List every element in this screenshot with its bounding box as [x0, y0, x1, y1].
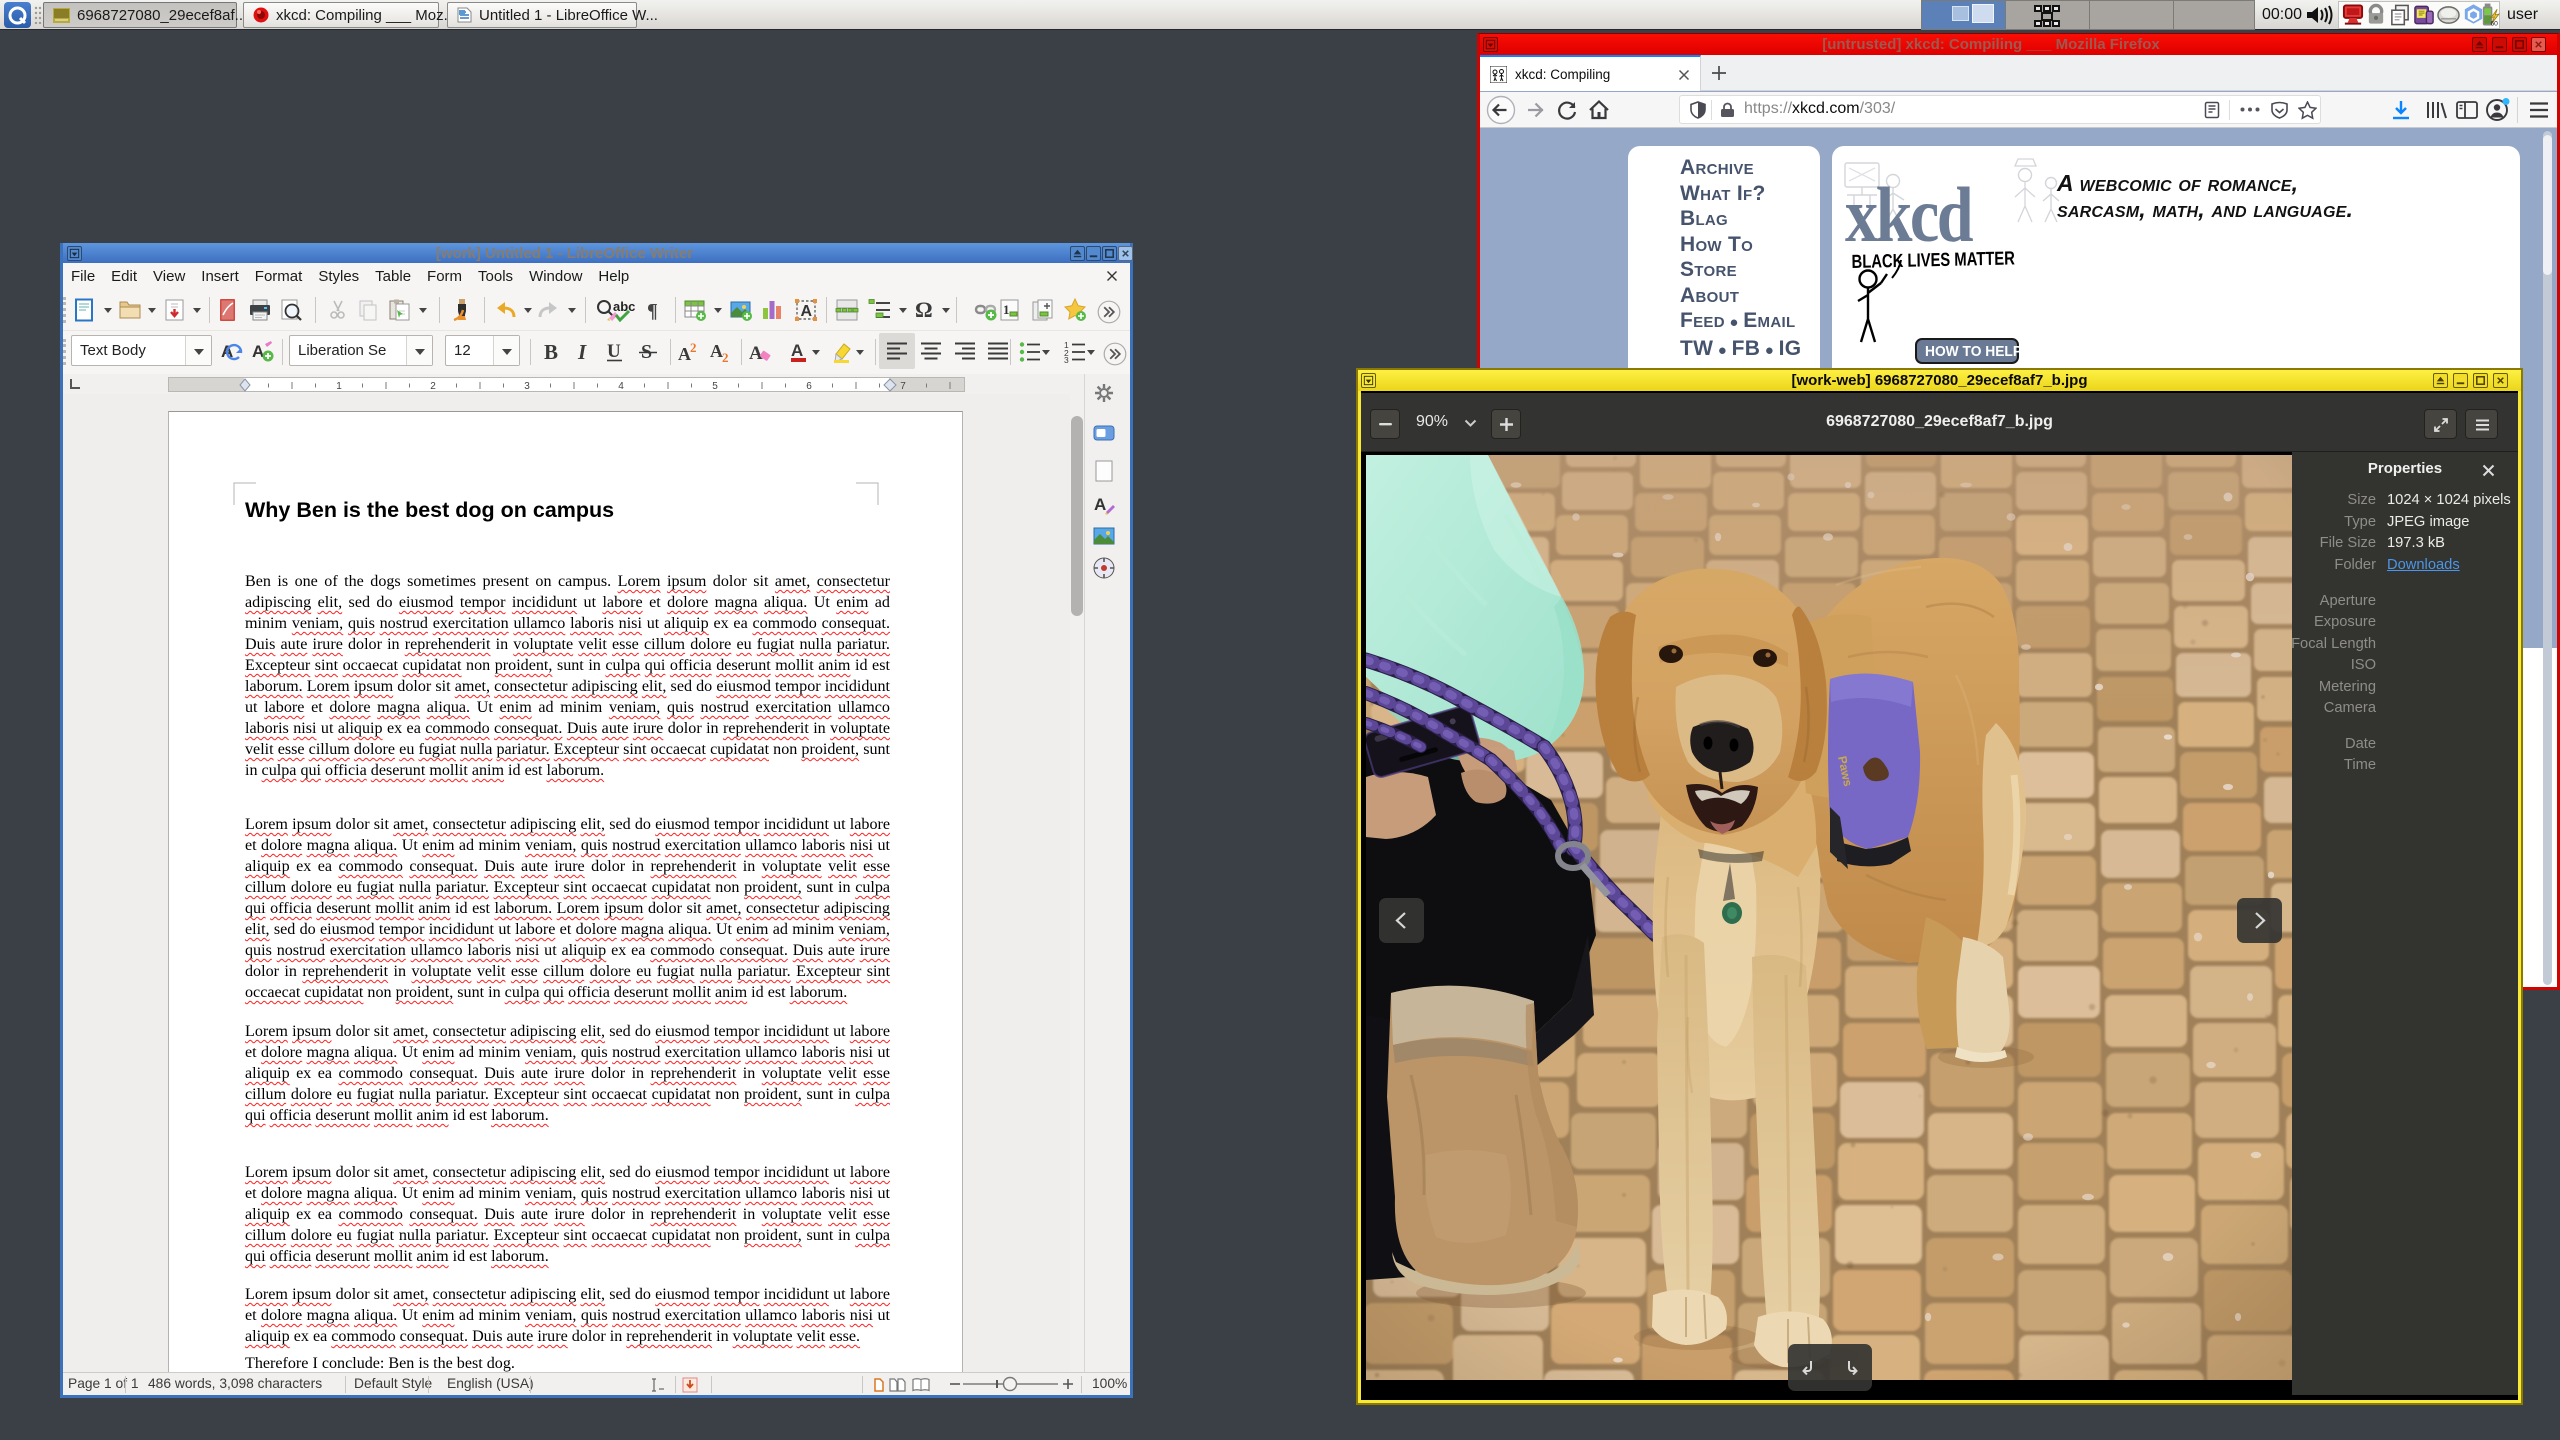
- svg-text:HOW TO HELP: HOW TO HELP: [1925, 344, 2022, 361]
- svg-text:1: 1: [1003, 302, 1010, 317]
- svg-text:6: 6: [806, 381, 812, 392]
- svg-text:BLACK LIVES MATTER: BLACK LIVES MATTER: [1851, 248, 2015, 273]
- svg-text:A: A: [791, 341, 803, 360]
- svg-text:¶: ¶: [647, 300, 658, 322]
- svg-text:3: 3: [524, 381, 530, 392]
- svg-text:A: A: [749, 343, 763, 364]
- svg-text:2: 2: [722, 350, 729, 364]
- svg-text:5: 5: [712, 381, 718, 392]
- svg-text:7: 7: [900, 381, 906, 392]
- svg-text:abc: abc: [613, 299, 635, 314]
- svg-text:U: U: [607, 341, 621, 362]
- svg-text:2: 2: [690, 340, 697, 355]
- svg-text:A: A: [252, 342, 264, 361]
- svg-text:1: 1: [336, 381, 342, 392]
- svg-text:2: 2: [430, 381, 436, 392]
- svg-text:A: A: [1094, 495, 1106, 514]
- svg-text:B: B: [544, 340, 558, 364]
- svg-text:60: 60: [2490, 21, 2498, 28]
- svg-text:4: 4: [618, 381, 624, 392]
- svg-text:Ω: Ω: [915, 298, 933, 322]
- svg-text:A: A: [801, 303, 813, 320]
- svg-text:I: I: [577, 340, 587, 364]
- svg-text:3: 3: [1064, 355, 1069, 364]
